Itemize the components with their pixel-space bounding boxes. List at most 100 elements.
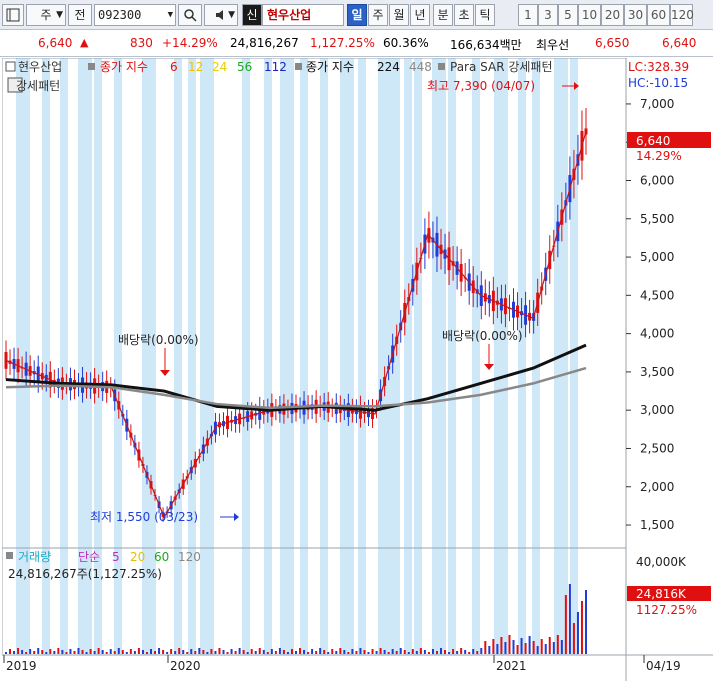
interval-button-10[interactable]: 10: [578, 4, 601, 26]
volume-bar: [154, 651, 157, 654]
interval-button-30[interactable]: 30: [624, 4, 647, 26]
period-button-5[interactable]: 초: [454, 4, 474, 26]
y-tick-label: 5,000: [640, 250, 674, 264]
volume-bar: [576, 612, 579, 654]
period-band: [570, 58, 578, 655]
period-button-2[interactable]: 월: [389, 4, 409, 26]
period-button-3[interactable]: 년: [410, 4, 430, 26]
up-arrow-icon: ▲: [80, 36, 89, 49]
period-band: [448, 58, 456, 655]
volume-bar: [129, 649, 132, 654]
period-band: [78, 58, 92, 655]
sound-button[interactable]: ▼: [204, 4, 238, 26]
toolbar: 주 ▼ 전 092300 ▼ ▼ 신 현우산업 일 주 월 년 분 초 틱 1 3 5 10 20 30 60…: [0, 0, 713, 30]
volume-bar: [311, 649, 314, 654]
volume-bar: [97, 648, 100, 654]
period-button-4[interactable]: 분: [433, 4, 453, 26]
volume-ma-label: 단순: [78, 550, 100, 564]
volume-bar: [580, 601, 583, 654]
chart-menu-icon[interactable]: [2, 4, 24, 26]
volume-bar: [464, 650, 467, 654]
period-button-6[interactable]: 틱: [475, 4, 495, 26]
volume-bar: [564, 595, 567, 654]
volume-bar: [488, 646, 491, 654]
volume-bar: [500, 637, 503, 654]
chevron-down-icon: ▼: [56, 10, 63, 20]
stock-code-input[interactable]: 092300 ▼: [94, 4, 176, 26]
volume-bar: [367, 652, 370, 654]
volume-bar: [178, 648, 181, 654]
volume-bar: [65, 652, 68, 654]
volume-bar: [484, 641, 487, 654]
volume-ma20: 20: [130, 550, 145, 564]
legend-ma2-label: 종가 지수: [306, 60, 354, 74]
x-axis-label: 2021: [496, 659, 527, 673]
legend-ma24: 24: [212, 60, 227, 74]
stock-name-field[interactable]: 현우산업: [262, 4, 344, 26]
best-ask: 6,650: [595, 36, 630, 50]
period-band: [378, 58, 386, 655]
volume-bar: [395, 651, 398, 654]
period-button-0[interactable]: 일: [347, 4, 367, 26]
volume-bar: [307, 652, 310, 654]
volume-bar: [214, 651, 217, 654]
volume-bar: [9, 649, 12, 654]
volume-bar: [61, 650, 64, 654]
volume-bar: [73, 651, 76, 654]
volume-bar: [339, 648, 342, 654]
volume-bar: [89, 649, 92, 654]
interval-button-60[interactable]: 60: [647, 4, 670, 26]
legend-ma6: 6: [170, 60, 178, 74]
volume-ma120: 120: [178, 550, 201, 564]
best-bid: 6,640: [662, 36, 697, 50]
volume-bar: [21, 650, 24, 654]
search-button[interactable]: [178, 4, 202, 26]
interval-button-120[interactable]: 120: [670, 4, 694, 26]
volume-bar: [170, 649, 173, 654]
volume-bar: [109, 649, 112, 654]
volume-bar: [113, 651, 116, 654]
interval-button-1[interactable]: 1: [518, 4, 538, 26]
period-band: [114, 58, 122, 655]
interval-button-20[interactable]: 20: [601, 4, 624, 26]
volume-bar: [544, 644, 547, 654]
interval-button-5[interactable]: 5: [558, 4, 578, 26]
volume-bar: [69, 649, 72, 654]
best-ask-label: 최우선: [536, 38, 570, 52]
volume-bar: [49, 649, 52, 654]
volume-bar: [383, 650, 386, 654]
period-button-1[interactable]: 주: [368, 4, 388, 26]
volume-bar: [556, 635, 559, 654]
volume-bar: [77, 648, 80, 654]
legend-sar-label: Para SAR 강세패턴: [450, 60, 553, 74]
volume-bar: [532, 641, 535, 654]
volume-bar: [440, 648, 442, 654]
volume-bar: [375, 651, 378, 654]
volume-bar: [472, 649, 475, 654]
market-select[interactable]: 주 ▼: [26, 4, 66, 26]
jeon-button[interactable]: 전: [68, 4, 92, 26]
price-strip: 6,640 ▲ 830 +14.29% 24,816,267 1,127.25%…: [0, 31, 713, 57]
price-chart[interactable]: 7,0006,5006,0005,5005,0004,5004,0003,500…: [1, 57, 713, 681]
volume-bar: [125, 652, 128, 654]
volume-bar: [399, 648, 402, 654]
period-band: [280, 58, 294, 655]
period-band: [358, 58, 366, 655]
volume-bar: [190, 649, 193, 654]
volume-bar: [496, 644, 499, 654]
volume-bar: [508, 635, 511, 654]
legend-ma12: 12: [188, 60, 203, 74]
volume-bar: [17, 648, 20, 654]
period-band: [494, 58, 508, 655]
volume-bar: [452, 649, 455, 654]
legend-sar-line2: 강세패턴: [16, 79, 60, 93]
chart-area[interactable]: 7,0006,5006,0005,5005,0004,5004,0003,500…: [1, 57, 713, 681]
period-band: [320, 58, 328, 655]
interval-button-3[interactable]: 3: [538, 4, 558, 26]
speaker-icon: [216, 10, 223, 20]
volume-bar: [194, 651, 197, 654]
volume-bar: [121, 650, 124, 654]
y-tick-label: 3,500: [640, 365, 674, 379]
chevron-down-icon: ▼: [167, 10, 173, 20]
volume-bar: [512, 640, 515, 654]
